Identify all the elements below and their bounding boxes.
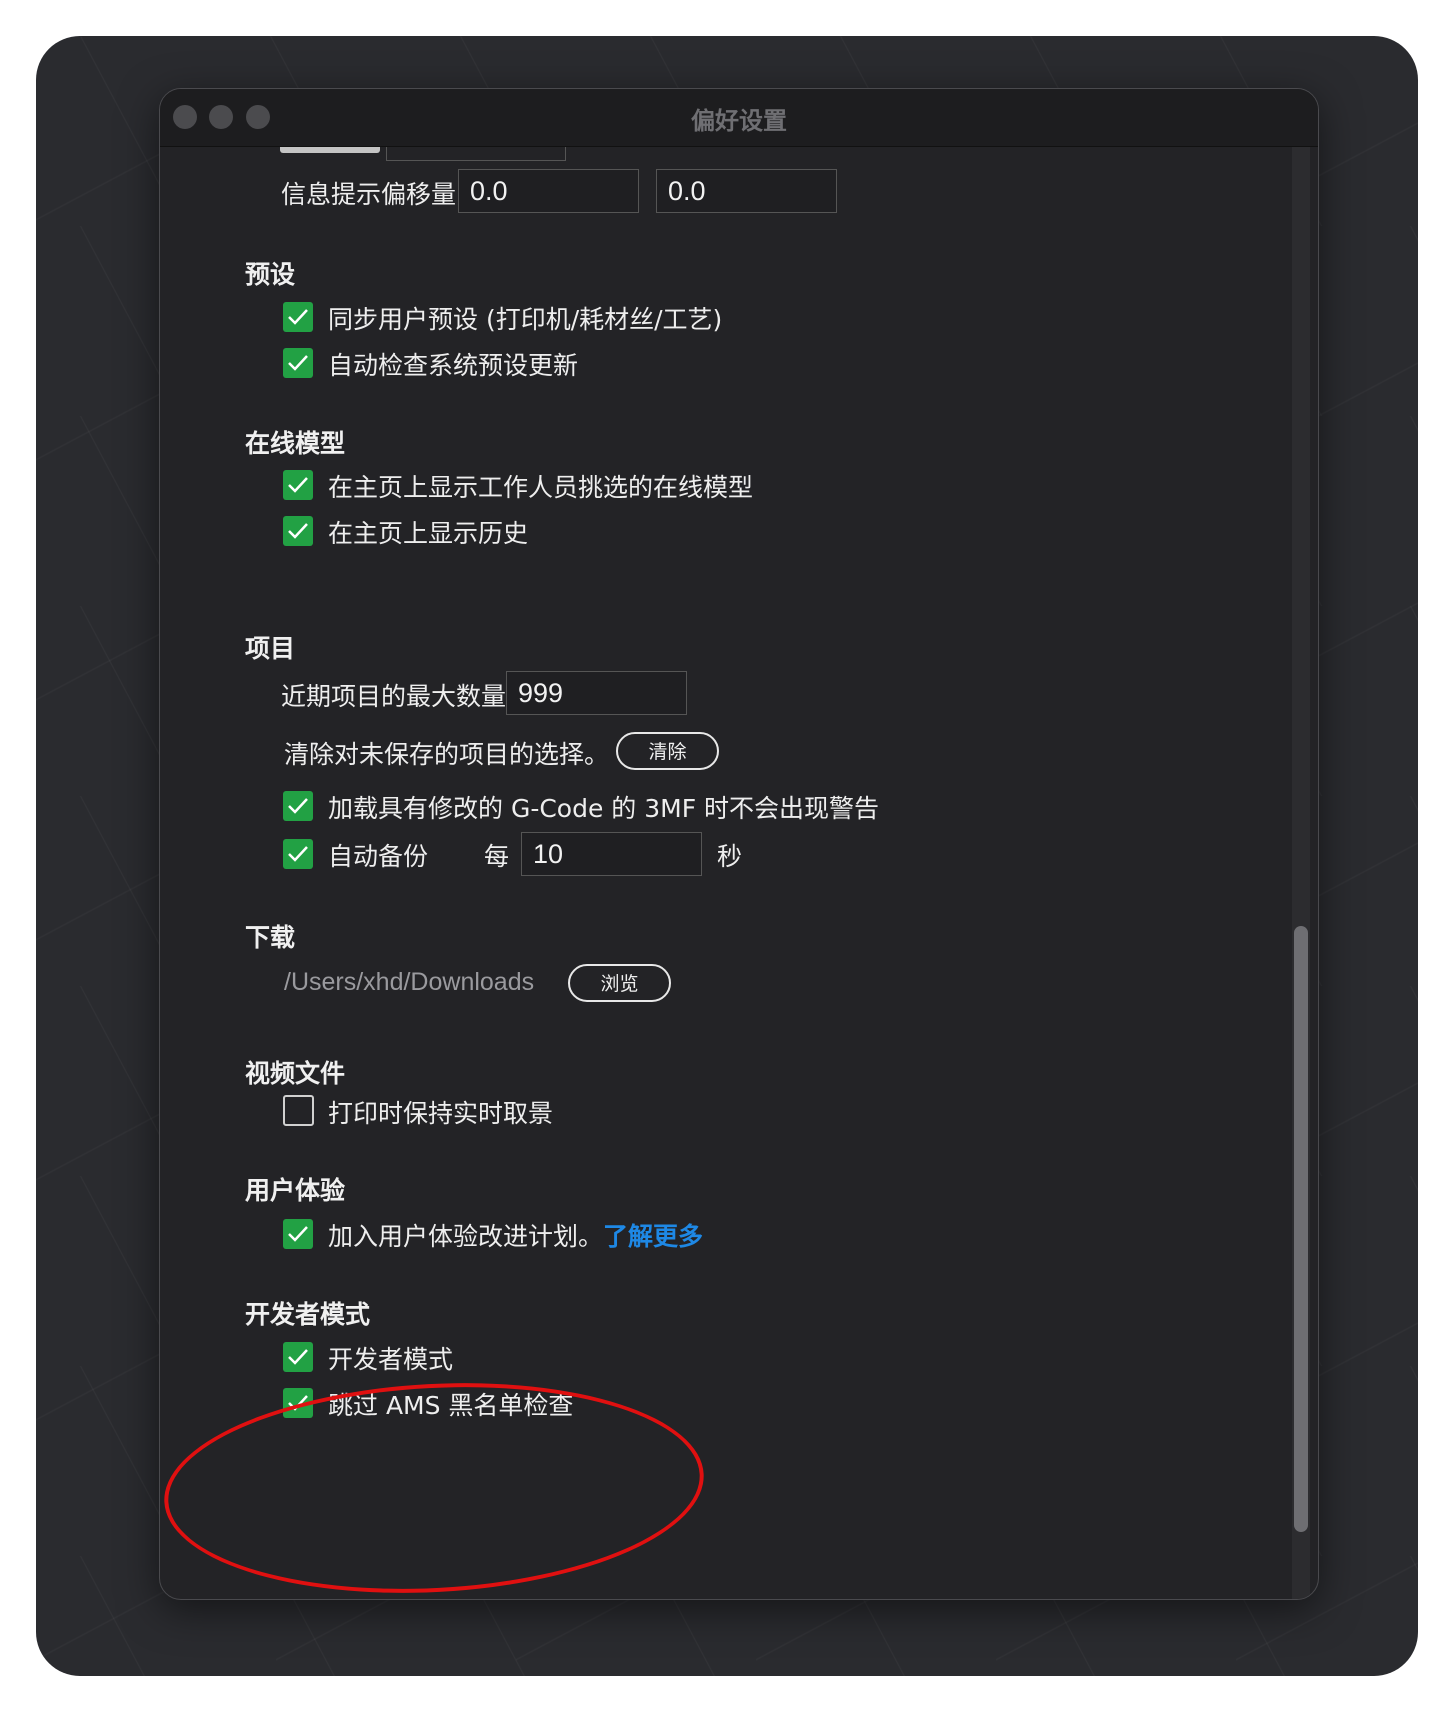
browse-button[interactable]: 浏览 [568, 964, 671, 1002]
skip-ams-blacklist-checkbox[interactable] [283, 1388, 313, 1418]
auto-backup-interval-input[interactable]: 10 [521, 832, 702, 876]
auto-check-updates-label: 自动检查系统预设更新 [328, 351, 579, 380]
no-gcode-warning-label: 加载具有修改的 G-Code 的 3MF 时不会出现警告 [328, 794, 880, 823]
section-title-projects: 项目 [245, 634, 296, 663]
checkmark-icon [288, 1395, 308, 1411]
checkmark-icon [288, 1226, 308, 1242]
learn-more-link[interactable]: 了解更多 [603, 1222, 703, 1251]
max-recent-projects-input[interactable]: 999 [506, 671, 687, 715]
desktop-background: 偏好设置 信息提示偏移量 0.0 0.0 预设 同步用户预设 (打印机/耗材丝/… [36, 36, 1418, 1676]
section-title-developer-mode: 开发者模式 [245, 1300, 371, 1329]
info-offset-x-input[interactable]: 0.0 [458, 169, 639, 213]
keep-liveview-checkbox[interactable] [283, 1095, 314, 1126]
max-recent-projects-label: 近期项目的最大数量 [281, 682, 507, 711]
clipped-row-label [280, 147, 388, 157]
download-path: /Users/xhd/Downloads [284, 968, 535, 996]
show-history-checkbox[interactable] [283, 516, 313, 546]
sync-user-presets-checkbox[interactable] [283, 302, 313, 332]
developer-mode-checkbox[interactable] [283, 1342, 313, 1372]
join-ux-program-label: 加入用户体验改进计划。了解更多 [328, 1217, 703, 1253]
auto-backup-every-label: 每 [484, 842, 510, 871]
auto-check-updates-checkbox[interactable] [283, 348, 313, 378]
no-gcode-warning-checkbox[interactable] [283, 791, 313, 821]
clear-button[interactable]: 清除 [616, 732, 719, 770]
show-staff-picks-label: 在主页上显示工作人员挑选的在线模型 [328, 473, 754, 502]
preferences-content: 信息提示偏移量 0.0 0.0 预设 同步用户预设 (打印机/耗材丝/工艺) 自… [160, 147, 1318, 1599]
checkmark-icon [288, 798, 308, 814]
checkmark-icon [288, 846, 308, 862]
section-title-presets: 预设 [245, 260, 296, 289]
auto-backup-checkbox[interactable] [283, 839, 313, 869]
info-offset-y-input[interactable]: 0.0 [656, 169, 837, 213]
clear-unsaved-choice-label: 清除对未保存的项目的选择。 [284, 740, 610, 769]
sync-user-presets-label: 同步用户预设 (打印机/耗材丝/工艺) [328, 305, 723, 334]
join-ux-program-checkbox[interactable] [283, 1219, 313, 1249]
window-title: 偏好设置 [691, 107, 787, 135]
section-title-online-models: 在线模型 [245, 429, 346, 458]
developer-mode-label: 开发者模式 [328, 1345, 454, 1374]
section-title-video: 视频文件 [245, 1059, 346, 1088]
keep-liveview-label: 打印时保持实时取景 [328, 1099, 554, 1128]
checkmark-icon [288, 477, 308, 493]
join-ux-program-text: 加入用户体验改进计划。 [328, 1222, 604, 1251]
auto-backup-label: 自动备份 [328, 842, 429, 871]
checkmark-icon [288, 355, 308, 371]
show-staff-picks-checkbox[interactable] [283, 470, 313, 500]
checkmark-icon [288, 523, 308, 539]
clipped-row-input[interactable] [386, 147, 566, 161]
preferences-window: 偏好设置 信息提示偏移量 0.0 0.0 预设 同步用户预设 (打印机/耗材丝/… [159, 88, 1319, 1600]
title-bar[interactable]: 偏好设置 [160, 89, 1318, 147]
section-title-user-experience: 用户体验 [245, 1176, 346, 1205]
checkmark-icon [288, 309, 308, 325]
skip-ams-blacklist-label: 跳过 AMS 黑名单检查 [328, 1391, 574, 1420]
show-history-label: 在主页上显示历史 [328, 519, 529, 548]
info-offset-label: 信息提示偏移量 [281, 180, 457, 209]
checkmark-icon [288, 1349, 308, 1365]
auto-backup-unit-label: 秒 [717, 842, 743, 871]
section-title-download: 下载 [245, 923, 296, 952]
scrollbar-thumb[interactable] [1294, 926, 1308, 1532]
